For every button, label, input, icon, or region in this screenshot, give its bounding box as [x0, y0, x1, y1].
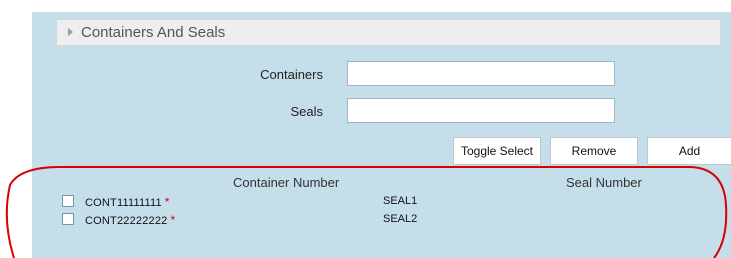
row-checkbox[interactable]	[62, 213, 74, 225]
container-number-cell: CONT22222222 *	[85, 213, 175, 227]
required-marker: *	[170, 213, 176, 227]
containers-input[interactable]	[347, 61, 615, 86]
seal-number-cell: SEAL1	[383, 195, 418, 207]
section-header-containers-seals[interactable]: Containers And Seals	[56, 19, 721, 46]
container-number-text: CONT11111111	[85, 197, 162, 209]
required-marker: *	[164, 195, 170, 209]
column-header-seal-number: Seal Number	[566, 175, 642, 190]
expand-arrow-icon[interactable]	[68, 28, 73, 36]
seals-input[interactable]	[347, 98, 615, 123]
toggle-select-button[interactable]: Toggle Select	[453, 137, 541, 165]
remove-button[interactable]: Remove	[550, 137, 638, 165]
add-button[interactable]: Add	[647, 137, 731, 165]
row-checkbox[interactable]	[62, 195, 74, 207]
seal-number-cell: SEAL2	[383, 213, 418, 225]
seals-label: Seals	[290, 104, 323, 119]
column-header-container-number: Container Number	[233, 175, 340, 190]
section-title: Containers And Seals	[81, 24, 226, 41]
containers-label: Containers	[260, 67, 323, 82]
container-number-text: CONT22222222	[85, 215, 168, 227]
container-number-cell: CONT11111111 *	[85, 195, 170, 209]
